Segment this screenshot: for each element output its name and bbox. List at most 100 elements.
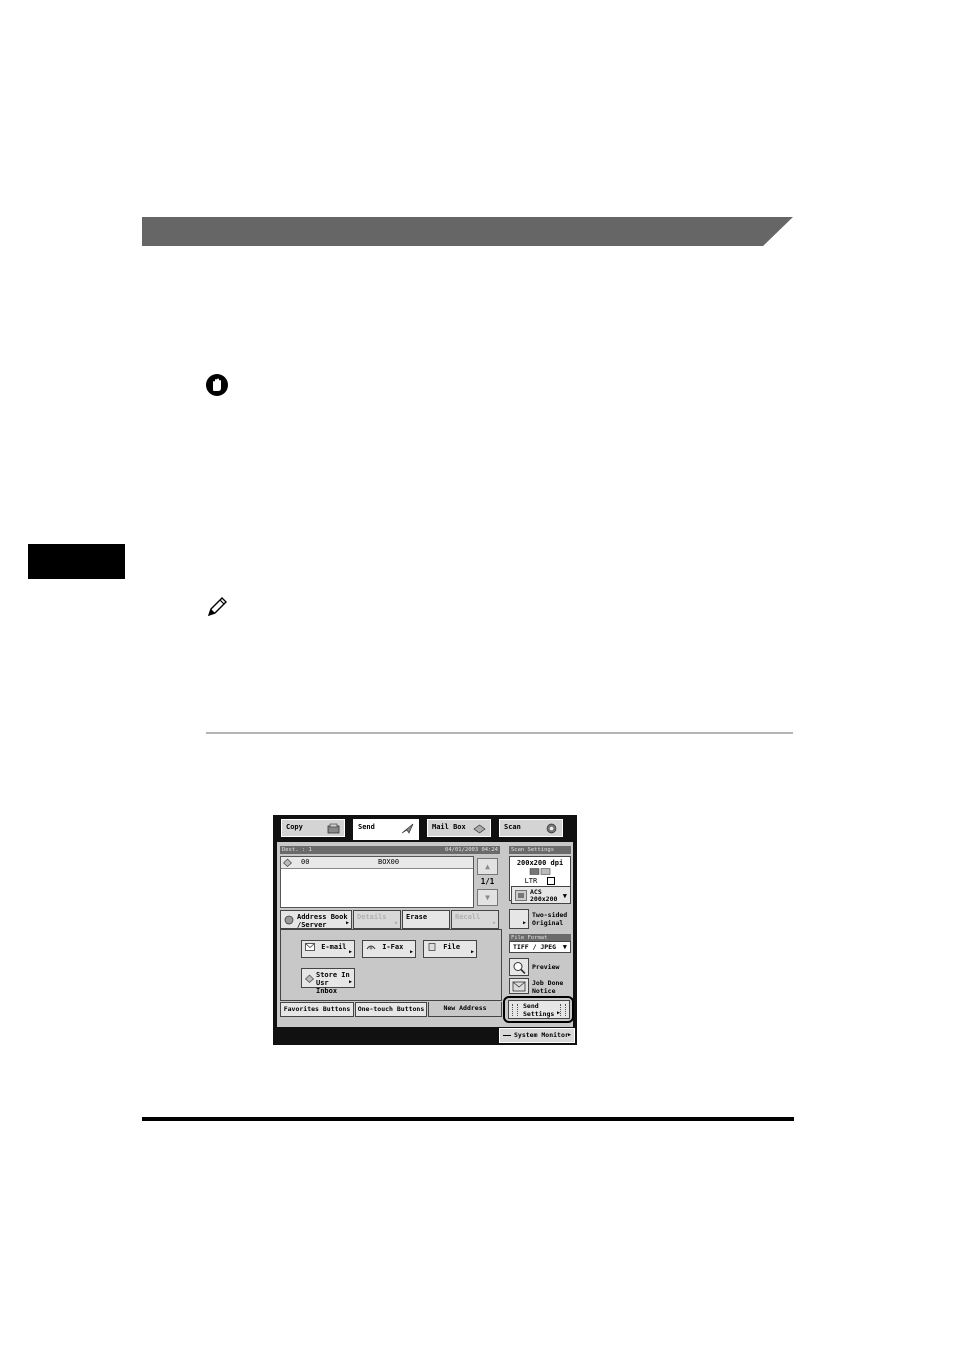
send-work-area: Dest. : 1 04/01/2003 04:24 00 BOX00 ▲ 1/…	[277, 842, 574, 1027]
color-mode-resolution: 200x200	[530, 895, 558, 903]
inbox-icon	[283, 858, 292, 867]
arrow-right-icon: ▶	[492, 920, 496, 926]
arrow-right-icon: ▶	[556, 1010, 560, 1016]
store-in-user-inbox-button[interactable]: Store In Usr Inbox ▶	[301, 968, 355, 995]
destination-count: Dest. : 1	[282, 847, 312, 853]
send-settings-label: Send Settings	[523, 1002, 555, 1018]
scan-settings-header: Scan Settings	[509, 846, 571, 854]
mailbox-icon	[473, 824, 486, 834]
arrow-right-icon: ▶	[348, 979, 352, 985]
tab-copy[interactable]: Copy	[281, 819, 345, 837]
color-mode-dropdown[interactable]: ACS 200x200 ▼	[511, 886, 571, 904]
arrow-right-icon: ▶	[345, 920, 349, 926]
tab-mail-box-label: Mail Box	[432, 823, 466, 831]
portrait-icon	[547, 877, 556, 885]
email-label: E-mail	[321, 943, 347, 951]
tab-send-label: Send	[358, 823, 375, 831]
chapter-side-tab	[28, 544, 125, 579]
ifax-label: I-Fax	[382, 943, 404, 951]
step-divider	[206, 732, 793, 734]
arrow-right-icon: ▶	[348, 949, 352, 955]
destination-row[interactable]: 00 BOX00	[281, 857, 473, 869]
job-done-notice-label: Job Done Notice	[532, 980, 564, 994]
tab-favorites-buttons[interactable]: Favorites Buttons	[280, 1002, 354, 1017]
preview-button[interactable]	[509, 958, 529, 976]
system-monitor-button[interactable]: System Monitor ▶	[499, 1028, 575, 1043]
favorites-buttons-label: Favorites Buttons	[283, 1005, 351, 1013]
file-format-value: TIFF / JPEG	[513, 943, 557, 951]
scroll-up-button[interactable]: ▲	[477, 858, 498, 875]
two-sided-original-label: Two-sided Original	[532, 911, 568, 927]
ifax-icon	[366, 945, 376, 950]
address-book-icon	[284, 915, 294, 925]
tab-one-touch-buttons[interactable]: One-touch Buttons	[355, 1002, 427, 1017]
section-header-bar	[142, 217, 793, 246]
tab-new-address[interactable]: New Address	[428, 1002, 502, 1017]
scroll-down-button[interactable]: ▼	[477, 889, 498, 906]
destination-list: 00 BOX00	[280, 856, 474, 908]
destination-name: BOX00	[378, 858, 400, 866]
envelope-icon	[305, 943, 315, 951]
chevron-down-icon: ▼	[562, 943, 567, 951]
recall-button[interactable]: Recall ▶	[451, 910, 499, 929]
grip-icon	[512, 1004, 518, 1016]
touch-panel-screen: Copy Send Mail Box Scan Dest. : 1 04/01/…	[273, 815, 577, 1045]
erase-button[interactable]: Erase	[402, 910, 450, 929]
new-address-label: New Address	[443, 1004, 487, 1012]
footer-divider	[142, 1117, 794, 1121]
destination-scroll: ▲ 1/1 ▼	[477, 856, 499, 908]
destination-datetime: 04/01/2003 04:24	[445, 847, 498, 853]
send-icon	[401, 823, 414, 834]
system-monitor-label: System Monitor	[514, 1031, 569, 1039]
address-book-server-button[interactable]: Address Book /Server ▶	[280, 910, 352, 929]
destination-header: Dest. : 1 04/01/2003 04:24	[280, 846, 500, 854]
one-touch-buttons-label: One-touch Buttons	[357, 1005, 425, 1013]
acs-icon	[515, 890, 527, 901]
grip-icon	[560, 1004, 566, 1016]
file-label: File	[443, 943, 461, 951]
details-label: Details	[357, 913, 387, 921]
file-button[interactable]: File ▶	[423, 940, 477, 958]
scan-settings-label: Scan Settings	[511, 847, 555, 853]
store-in-user-inbox-label: Store In Usr Inbox	[316, 971, 350, 995]
erase-label: Erase	[406, 913, 428, 921]
arrow-right-icon: ▶	[567, 1032, 571, 1038]
magnifier-icon	[513, 962, 526, 975]
original-type-icon	[529, 868, 551, 875]
email-button[interactable]: E-mail ▶	[301, 940, 355, 958]
inbox-icon	[305, 974, 314, 983]
preview-label: Preview	[532, 963, 560, 971]
scan-icon	[546, 823, 557, 834]
tab-copy-label: Copy	[286, 823, 303, 831]
two-sided-original-button[interactable]: ▶	[509, 909, 529, 929]
destination-index: 00	[301, 858, 310, 866]
file-icon	[428, 943, 436, 951]
important-hand-icon	[205, 373, 229, 397]
arrow-right-icon: ▶	[522, 920, 526, 926]
send-settings-button[interactable]: Send Settings ▶	[508, 1000, 570, 1019]
recall-label: Recall	[455, 913, 481, 921]
file-format-dropdown[interactable]: TIFF / JPEG ▼	[509, 941, 571, 953]
tab-mail-box[interactable]: Mail Box	[427, 819, 491, 837]
monitor-line-icon	[503, 1035, 511, 1036]
new-address-panel: E-mail ▶ I-Fax ▶ File ▶ Store In Usr Inb…	[280, 929, 502, 1001]
arrow-right-icon: ▶	[394, 920, 398, 926]
tab-send[interactable]: Send	[353, 819, 419, 840]
ifax-button[interactable]: I-Fax ▶	[362, 940, 416, 958]
arrow-right-icon: ▶	[470, 949, 474, 955]
job-done-notice-button[interactable]	[509, 978, 529, 994]
chevron-down-icon: ▼	[562, 892, 567, 900]
notice-icon	[512, 981, 526, 992]
resolution-value: 200x200 dpi	[516, 859, 564, 867]
paper-size-value: LTR	[524, 877, 538, 885]
tab-scan-label: Scan	[504, 823, 521, 831]
page-indicator: 1/1	[480, 877, 495, 886]
tab-scan[interactable]: Scan	[499, 819, 563, 837]
original-type-icons	[510, 868, 570, 877]
arrow-right-icon: ▶	[409, 949, 413, 955]
details-button[interactable]: Details ▶	[353, 910, 401, 929]
note-pencil-icon	[205, 595, 229, 619]
copy-icon	[327, 823, 340, 834]
paper-size-row: LTR	[510, 877, 570, 886]
address-book-server-label: Address Book /Server	[297, 913, 348, 929]
